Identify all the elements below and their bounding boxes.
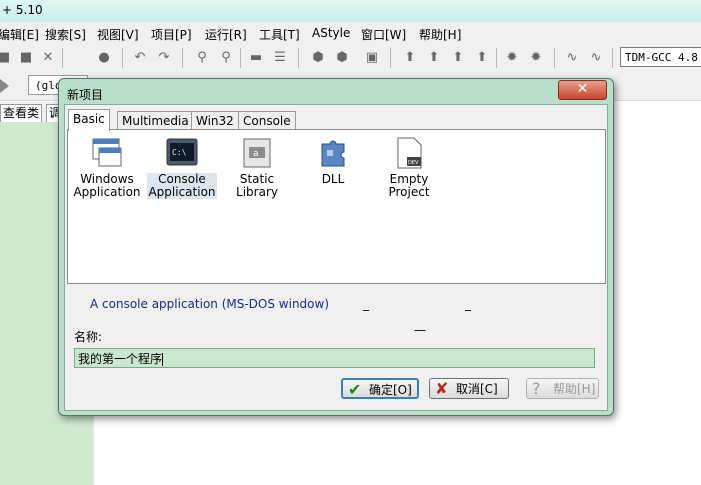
help-button-label: 帮助[H] bbox=[553, 382, 596, 396]
find-icon[interactable]: ⚲ bbox=[194, 50, 210, 66]
svg-text:a: a bbox=[253, 149, 259, 159]
profile-2-icon[interactable]: ∿ bbox=[588, 50, 604, 66]
menu-run[interactable]: 运行[R] bbox=[205, 26, 247, 43]
main-toolbar: ■ ■ ✕ ● ↶ ↷ ⚲ ⚲ ▬ ☰ ⬢ ⬢ ▣ ⬆ ⬆ ⬆ ⬆ ✹ ✹ ∿ … bbox=[0, 44, 701, 73]
comment-icon[interactable]: ▬ bbox=[248, 50, 264, 66]
tab-basic[interactable]: Basic bbox=[68, 109, 110, 131]
dialog-title: 新项目 bbox=[67, 88, 104, 102]
template-label-line1: DLL bbox=[321, 172, 345, 186]
template-empty-project[interactable]: DEV Empty Project bbox=[369, 136, 449, 199]
template-windows-application[interactable]: Windows Application bbox=[72, 136, 142, 199]
compile-icon[interactable]: ⬢ bbox=[310, 50, 326, 66]
template-list: Windows Application C:\ Console Applicatio… bbox=[67, 129, 606, 284]
window-title: + 5.10 bbox=[2, 3, 43, 17]
menu-bar: 编辑[E] 搜索[S] 视图[V] 项目[P] 运行[R] 工具[T] ASty… bbox=[0, 22, 701, 45]
menu-view[interactable]: 视图[V] bbox=[97, 26, 139, 43]
run-icon[interactable]: ⬢ bbox=[334, 50, 350, 66]
svg-text:C:\: C:\ bbox=[172, 148, 187, 157]
template-description: A console application (MS-DOS window) bbox=[90, 297, 330, 311]
template-label-line2: Application bbox=[148, 185, 216, 199]
project-name-label: 名称: bbox=[74, 330, 103, 344]
template-dll[interactable]: DLL bbox=[298, 136, 368, 186]
divider-mark: _ bbox=[363, 297, 369, 311]
template-label-line2: Application bbox=[73, 185, 141, 199]
undo-icon[interactable]: ↶ bbox=[132, 50, 148, 66]
template-label-line1: Windows bbox=[80, 172, 134, 186]
compiler-select[interactable]: TDM-GCC 4.8 bbox=[620, 47, 701, 67]
redo-icon[interactable]: ↷ bbox=[156, 50, 172, 66]
project-name-input[interactable]: 我的第一个程序 bbox=[74, 348, 595, 368]
template-label-line1: Console bbox=[158, 172, 206, 186]
cross-icon: ✘ bbox=[435, 379, 449, 398]
dialog-body: Basic Multimedia Win32 Console Windows Ap… bbox=[64, 104, 608, 411]
checkmark-icon: ✔ bbox=[348, 380, 362, 399]
print-icon[interactable]: ● bbox=[96, 50, 112, 66]
empty-project-icon: DEV bbox=[392, 136, 426, 170]
menu-astyle[interactable]: AStyle bbox=[312, 26, 350, 40]
up-arrow-icon[interactable]: ⬆ bbox=[402, 50, 418, 66]
window-titlebar: + 5.10 bbox=[0, 0, 701, 22]
tab-multimedia[interactable]: Multimedia bbox=[117, 111, 194, 130]
profile-icon[interactable]: ∿ bbox=[564, 50, 580, 66]
menu-search[interactable]: 搜索[S] bbox=[45, 26, 86, 43]
svg-text:DEV: DEV bbox=[408, 160, 419, 166]
project-name-value: 我的第一个程序 bbox=[78, 352, 163, 366]
cancel-button[interactable]: ✘ 取消[C] bbox=[429, 378, 509, 399]
indent-icon[interactable]: ☰ bbox=[272, 50, 288, 66]
close-file-icon[interactable]: ✕ bbox=[40, 50, 56, 66]
save-all-icon[interactable]: ■ bbox=[18, 50, 34, 66]
divider-mark: _ bbox=[465, 297, 471, 311]
divider-mark: — bbox=[414, 323, 426, 337]
help-button[interactable]: ? 帮助[H] bbox=[526, 378, 599, 399]
windows-app-icon bbox=[90, 136, 124, 170]
up-arrow-icon-3[interactable]: ⬆ bbox=[450, 50, 466, 66]
up-arrow-icon-2[interactable]: ⬆ bbox=[426, 50, 442, 66]
close-button[interactable]: ✕ bbox=[558, 80, 607, 100]
debug-icon[interactable]: ✹ bbox=[504, 50, 520, 66]
replace-icon[interactable]: ⚲ bbox=[218, 50, 234, 66]
dll-icon bbox=[316, 136, 350, 170]
menu-edit[interactable]: 编辑[E] bbox=[0, 26, 39, 43]
cancel-button-label: 取消[C] bbox=[456, 382, 498, 396]
console-app-icon: C:\ bbox=[165, 136, 199, 170]
menu-tools[interactable]: 工具[T] bbox=[259, 26, 300, 43]
save-icon[interactable]: ■ bbox=[0, 50, 12, 66]
tab-win32[interactable]: Win32 bbox=[191, 111, 239, 130]
template-label-line1: Static Library bbox=[236, 172, 278, 199]
static-library-icon: a bbox=[240, 136, 274, 170]
template-label-line1: Empty Project bbox=[388, 172, 430, 199]
help-question-icon: ? bbox=[532, 379, 541, 398]
menu-window[interactable]: 窗口[W] bbox=[361, 26, 406, 43]
up-arrow-icon-4[interactable]: ⬆ bbox=[474, 50, 490, 66]
menu-project[interactable]: 项目[P] bbox=[151, 26, 192, 43]
menu-help[interactable]: 帮助[H] bbox=[419, 26, 461, 43]
template-static-library[interactable]: a Static Library bbox=[220, 136, 294, 199]
new-project-dialog: 新项目 ✕ Basic Multimedia Win32 Console Win… bbox=[58, 78, 614, 416]
ok-button-label: 确定[O] bbox=[369, 383, 412, 397]
tab-class-view[interactable]: 查看类 bbox=[0, 104, 43, 122]
dev-icon[interactable]: ▣ bbox=[364, 50, 380, 66]
play-icon[interactable] bbox=[0, 79, 9, 93]
template-console-application[interactable]: C:\ Console Application bbox=[147, 136, 217, 199]
ok-button[interactable]: ✔ 确定[O] bbox=[341, 378, 419, 399]
stop-icon[interactable]: ✹ bbox=[528, 50, 544, 66]
tab-console[interactable]: Console bbox=[238, 111, 296, 130]
